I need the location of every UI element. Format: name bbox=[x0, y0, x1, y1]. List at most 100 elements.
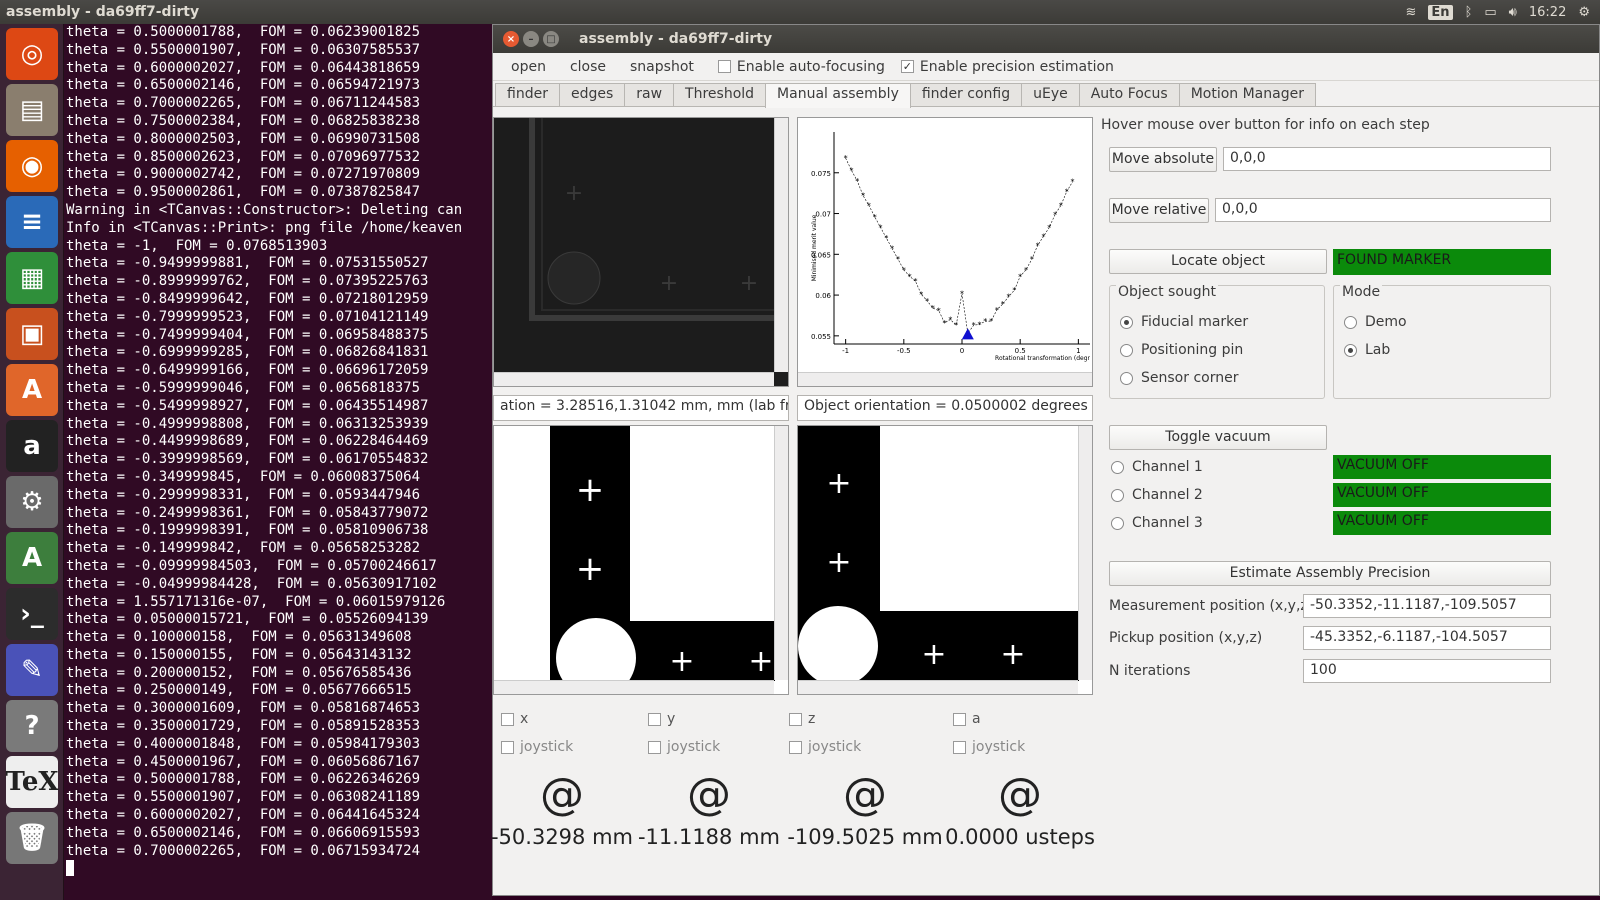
pickup-position-input[interactable]: -45.3352,-6.1187,-104.5057 bbox=[1303, 626, 1551, 650]
terminal-line: theta = 1.557171316e-07, FOM = 0.0601597… bbox=[66, 593, 446, 610]
tab-edges[interactable]: edges bbox=[558, 83, 626, 106]
data-point: * bbox=[925, 297, 929, 306]
data-point: * bbox=[867, 201, 871, 210]
move-absolute-input[interactable]: 0,0,0 bbox=[1223, 147, 1551, 171]
files-icon[interactable]: ▤ bbox=[6, 84, 58, 136]
toolbar: open close snapshot Enable auto-focusing… bbox=[493, 53, 1599, 81]
lab-mode-radio[interactable]: Lab bbox=[1344, 342, 1390, 358]
sensor-corner-radio[interactable]: Sensor corner bbox=[1120, 370, 1238, 386]
tab-auto-focus[interactable]: Auto Focus bbox=[1078, 83, 1180, 106]
n-iterations-label: N iterations bbox=[1109, 663, 1191, 679]
axis-y-joystick-checkbox[interactable]: joystick bbox=[634, 739, 784, 755]
vertical-scrollbar[interactable] bbox=[1078, 426, 1092, 680]
autofocus-checkbox[interactable]: Enable auto-focusing bbox=[706, 59, 897, 75]
channel-3-radio[interactable]: Channel 3 bbox=[1111, 515, 1203, 531]
svg-text:+: + bbox=[660, 271, 678, 296]
channel-2-radio[interactable]: Channel 2 bbox=[1111, 487, 1203, 503]
merit-plot-view[interactable]: 0.075 0.07 0.065 0.06 0.055 -1 -0.5 0 0.5 1 Minimi… bbox=[797, 117, 1093, 387]
checkbox-icon bbox=[717, 60, 731, 73]
move-relative-input[interactable]: 0,0,0 bbox=[1215, 198, 1551, 222]
keyboard-layout-indicator[interactable]: En bbox=[1428, 4, 1453, 20]
clock[interactable]: 16:22 bbox=[1529, 5, 1566, 20]
axis-x-readout: -50.3298 mm bbox=[490, 825, 633, 849]
amazon-icon[interactable]: a bbox=[6, 420, 58, 472]
n-iterations-input[interactable]: 100 bbox=[1303, 659, 1551, 683]
move-absolute-button[interactable]: Move absolute bbox=[1109, 147, 1217, 172]
horizontal-scrollbar[interactable] bbox=[798, 680, 1078, 694]
mode-group: Mode Demo Lab bbox=[1333, 284, 1551, 399]
tab-finder[interactable]: finder bbox=[495, 83, 560, 106]
tex-icon[interactable]: TeX bbox=[5, 756, 59, 808]
ubuntu-dash-icon[interactable]: ◎ bbox=[6, 28, 58, 80]
threshold-image-view[interactable]: + + + + bbox=[493, 425, 789, 695]
data-point: * bbox=[1065, 188, 1069, 197]
axis-z-joystick-checkbox[interactable]: joystick bbox=[785, 739, 945, 755]
edges-image-view[interactable]: + + + + bbox=[797, 425, 1093, 695]
fiducial-marker-radio[interactable]: Fiducial marker bbox=[1120, 314, 1248, 330]
x-axis-label: Rotational transformation (degr bbox=[995, 355, 1090, 362]
system-settings-icon[interactable]: ⚙ bbox=[6, 476, 58, 528]
axis-x-checkbox[interactable]: x bbox=[487, 711, 637, 727]
tab-manual-assembly[interactable]: Manual assembly bbox=[765, 83, 911, 108]
estimate-precision-button[interactable]: Estimate Assembly Precision bbox=[1109, 561, 1551, 586]
writer-icon[interactable]: ≡ bbox=[6, 196, 58, 248]
horizontal-scrollbar[interactable] bbox=[494, 372, 774, 386]
minimize-icon[interactable]: – bbox=[523, 31, 539, 47]
object-location-field[interactable]: ation = 3.28516,1.31042 mm, mm (lab fram… bbox=[493, 395, 789, 421]
axis-a-joystick-checkbox[interactable]: joystick bbox=[945, 739, 1095, 755]
snapshot-button[interactable]: snapshot bbox=[618, 59, 706, 75]
close-icon[interactable]: × bbox=[503, 31, 519, 47]
software-updater-icon[interactable]: A bbox=[6, 532, 58, 584]
terminal-line: theta = 0.4000001848, FOM = 0.0598417930… bbox=[66, 735, 421, 752]
demo-mode-radio[interactable]: Demo bbox=[1344, 314, 1407, 330]
axis-x-at-icon: @ bbox=[540, 769, 584, 820]
data-point: * bbox=[1059, 201, 1063, 210]
window-titlebar[interactable]: × – □ assembly - da69ff7-dirty bbox=[493, 25, 1599, 53]
settings-gear-icon[interactable]: ⚙ bbox=[1578, 5, 1590, 20]
object-orientation-field[interactable]: Object orientation = 0.0500002 degrees bbox=[797, 395, 1093, 421]
terminal-output[interactable]: theta = 0.5000001788, FOM = 0.0623900182… bbox=[64, 24, 492, 900]
open-button[interactable]: open bbox=[499, 59, 558, 75]
tab-threshold[interactable]: Threshold bbox=[673, 83, 767, 106]
bluetooth-icon[interactable]: ᛒ bbox=[1465, 5, 1473, 20]
vertical-scrollbar[interactable] bbox=[774, 118, 788, 372]
axis-a-checkbox[interactable]: a bbox=[945, 711, 1095, 727]
data-point: * bbox=[960, 289, 964, 298]
terminal-cursor bbox=[66, 860, 74, 877]
axis-z-checkbox[interactable]: z bbox=[785, 711, 945, 727]
toggle-vacuum-button[interactable]: Toggle vacuum bbox=[1109, 425, 1327, 450]
editor-icon[interactable]: ✎ bbox=[6, 644, 58, 696]
maximize-icon[interactable]: □ bbox=[543, 31, 559, 47]
measurement-position-input[interactable]: -50.3352,-11.1187,-109.5057 bbox=[1303, 594, 1551, 618]
wifi-icon[interactable]: ≋ bbox=[1406, 5, 1417, 20]
impress-icon[interactable]: ▣ bbox=[6, 308, 58, 360]
precision-label: Enable precision estimation bbox=[919, 58, 1114, 75]
move-relative-button[interactable]: Move relative bbox=[1109, 198, 1209, 223]
help-icon[interactable]: ? bbox=[6, 700, 58, 752]
precision-checkbox[interactable]: ✓ Enable precision estimation bbox=[897, 59, 1126, 75]
channel-1-radio[interactable]: Channel 1 bbox=[1111, 459, 1203, 475]
firefox-icon[interactable]: ◉ bbox=[6, 140, 58, 192]
tab-finder-config[interactable]: finder config bbox=[909, 83, 1023, 106]
tab-ueye[interactable]: uEye bbox=[1021, 83, 1080, 106]
horizontal-scrollbar[interactable] bbox=[798, 372, 1092, 386]
horizontal-scrollbar[interactable] bbox=[494, 680, 774, 694]
tab-bar: finder edges raw Threshold Manual assemb… bbox=[493, 83, 1599, 108]
svg-text:+: + bbox=[748, 644, 773, 679]
terminal-line: theta = 0.200000152, FOM = 0.05676585436 bbox=[66, 664, 412, 681]
axis-y-checkbox[interactable]: y bbox=[634, 711, 784, 727]
battery-icon[interactable]: ▭ bbox=[1484, 5, 1496, 20]
locate-object-button[interactable]: Locate object bbox=[1109, 249, 1327, 274]
software-center-icon[interactable]: A bbox=[6, 364, 58, 416]
trash-icon[interactable]: 🗑︎ bbox=[6, 812, 58, 864]
tab-raw[interactable]: raw bbox=[624, 83, 675, 106]
close-button[interactable]: close bbox=[558, 59, 618, 75]
tab-motion-manager[interactable]: Motion Manager bbox=[1178, 83, 1316, 106]
terminal-icon[interactable]: ›_ bbox=[6, 588, 58, 640]
axis-x-joystick-checkbox[interactable]: joystick bbox=[487, 739, 637, 755]
calc-icon[interactable]: ▦ bbox=[6, 252, 58, 304]
volume-icon[interactable]: 🔊︎ bbox=[1509, 5, 1517, 20]
camera-image-view[interactable]: + + + bbox=[493, 117, 789, 387]
vertical-scrollbar[interactable] bbox=[774, 426, 788, 680]
positioning-pin-radio[interactable]: Positioning pin bbox=[1120, 342, 1243, 358]
